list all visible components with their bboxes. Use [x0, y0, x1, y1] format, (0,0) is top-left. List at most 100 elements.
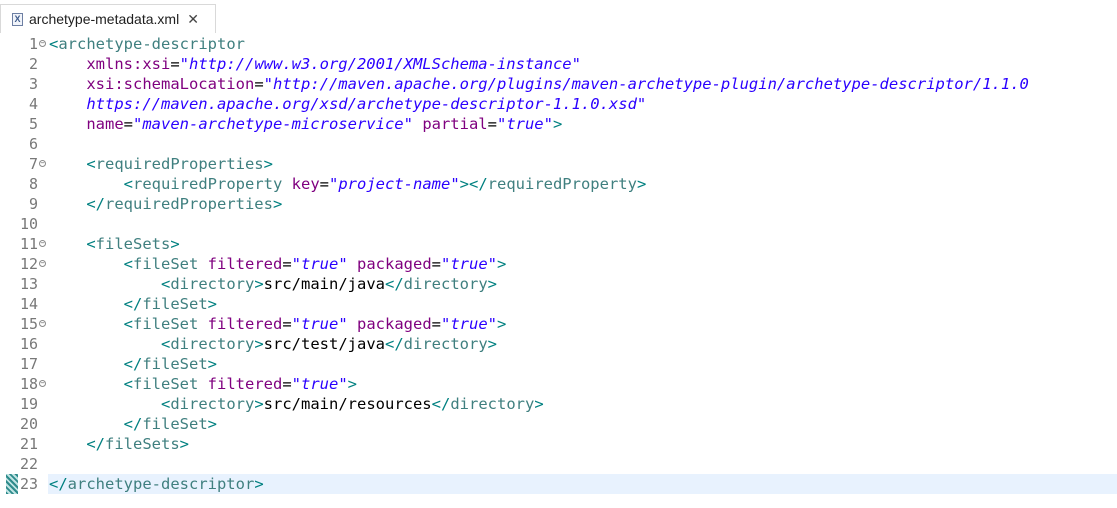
- fold-collapse-icon[interactable]: [39, 260, 46, 267]
- fold-collapse-icon[interactable]: [39, 380, 46, 387]
- line-gutter: 6: [6, 134, 46, 154]
- code-text[interactable]: </fileSet>: [48, 414, 1117, 434]
- xml-bracket: <: [160, 335, 171, 353]
- xml-text: src/main/resources: [263, 395, 432, 413]
- xml-text: [413, 115, 422, 133]
- xml-text: [49, 335, 161, 353]
- code-line[interactable]: 19 <directory>src/main/resources</direct…: [0, 394, 1117, 414]
- xml-text: [198, 315, 207, 333]
- xml-bracket: >: [497, 315, 507, 333]
- line-gutter: 16: [6, 334, 46, 354]
- code-text[interactable]: <fileSet filtered="true" packaged="true"…: [48, 314, 1117, 334]
- xml-text: [198, 255, 207, 273]
- fold-collapse-icon[interactable]: [39, 240, 46, 247]
- xml-text: [49, 195, 86, 213]
- xml-attr-value: "http://www.w3.org/2001/XMLSchema-instan…: [179, 55, 581, 73]
- code-text[interactable]: </archetype-descriptor>: [48, 474, 1117, 494]
- code-text[interactable]: xsi:schemaLocation="http://maven.apache.…: [48, 74, 1117, 94]
- code-text[interactable]: <fileSets>: [48, 234, 1117, 254]
- xml-text: [49, 315, 124, 333]
- code-text[interactable]: <fileSet filtered="true" packaged="true"…: [48, 254, 1117, 274]
- code-line[interactable]: 4 https://maven.apache.org/xsd/archetype…: [0, 94, 1117, 114]
- line-number: 20: [19, 415, 38, 433]
- xml-attr-name: packaged: [357, 255, 432, 273]
- xml-bracket: <: [160, 395, 171, 413]
- code-line[interactable]: 16 <directory>src/test/java</directory>: [0, 334, 1117, 354]
- code-line[interactable]: 18 <fileSet filtered="true">: [0, 374, 1117, 394]
- code-text[interactable]: <requiredProperty key="project-name"></r…: [48, 174, 1117, 194]
- xml-text: =: [123, 115, 133, 133]
- xml-bracket: >: [497, 255, 507, 273]
- line-number: 1: [28, 35, 38, 53]
- code-line[interactable]: 9 </requiredProperties>: [0, 194, 1117, 214]
- code-editor[interactable]: 1 <archetype-descriptor2 xmlns:xsi="http:…: [0, 34, 1117, 508]
- line-number: 9: [28, 195, 38, 213]
- code-text[interactable]: <directory>src/main/resources</directory…: [48, 394, 1117, 414]
- code-line[interactable]: 2 xmlns:xsi="http://www.w3.org/2001/XMLS…: [0, 54, 1117, 74]
- code-line[interactable]: 13 <directory>src/main/java</directory>: [0, 274, 1117, 294]
- xml-text: src/main/java: [263, 275, 385, 293]
- xml-bracket: <: [86, 235, 96, 253]
- xml-bracket: >: [534, 395, 544, 413]
- code-line[interactable]: 11 <fileSets>: [0, 234, 1117, 254]
- code-text[interactable]: <requiredProperties>: [48, 154, 1117, 174]
- code-line[interactable]: 21 </fileSets>: [0, 434, 1117, 454]
- xml-text: [348, 315, 357, 333]
- code-line[interactable]: 22: [0, 454, 1117, 474]
- xml-text: [49, 155, 86, 173]
- code-line[interactable]: 14 </fileSet>: [0, 294, 1117, 314]
- code-text[interactable]: [48, 134, 1117, 154]
- code-text[interactable]: name="maven-archetype-microservice" part…: [48, 114, 1117, 134]
- code-line[interactable]: 15 <fileSet filtered="true" packaged="tr…: [0, 314, 1117, 334]
- xml-text: [198, 375, 207, 393]
- code-text[interactable]: <directory>src/test/java</directory>: [48, 334, 1117, 354]
- fold-collapse-icon[interactable]: [39, 40, 46, 47]
- line-gutter: 15: [6, 314, 46, 334]
- code-line[interactable]: 5 name="maven-archetype-microservice" pa…: [0, 114, 1117, 134]
- code-line[interactable]: 23 </archetype-descriptor>: [0, 474, 1117, 494]
- code-text[interactable]: https://maven.apache.org/xsd/archetype-d…: [48, 94, 1117, 114]
- line-gutter: 21: [6, 434, 46, 454]
- code-text[interactable]: [48, 214, 1117, 234]
- xml-bracket: </: [431, 395, 451, 413]
- code-text[interactable]: xmlns:xsi="http://www.w3.org/2001/XMLSch…: [48, 54, 1117, 74]
- code-text[interactable]: </requiredProperties>: [48, 194, 1117, 214]
- code-line[interactable]: 12 <fileSet filtered="true" packaged="tr…: [0, 254, 1117, 274]
- xml-text: [49, 75, 86, 93]
- code-text[interactable]: <fileSet filtered="true">: [48, 374, 1117, 394]
- close-icon[interactable]: ✕: [187, 11, 199, 28]
- editor-tab-bar: X archetype-metadata.xml ✕: [0, 0, 1117, 35]
- code-line[interactable]: 17 </fileSet>: [0, 354, 1117, 374]
- line-gutter: 11: [6, 234, 46, 254]
- line-number: 17: [19, 355, 38, 373]
- xml-attr-value: "http://maven.apache.org/plugins/maven-a…: [263, 75, 1029, 93]
- xml-bracket: >: [347, 375, 358, 393]
- code-text[interactable]: <archetype-descriptor: [48, 34, 1117, 54]
- xml-text: =: [431, 315, 442, 333]
- code-line[interactable]: 1 <archetype-descriptor: [0, 34, 1117, 54]
- line-gutter: 2: [6, 54, 46, 74]
- line-gutter: 7: [6, 154, 46, 174]
- code-line[interactable]: 20 </fileSet>: [0, 414, 1117, 434]
- xml-bracket: <: [123, 175, 133, 193]
- code-text[interactable]: </fileSets>: [48, 434, 1117, 454]
- xml-text: [49, 115, 86, 133]
- xml-bracket: </: [385, 275, 404, 293]
- xml-file-icon: X: [12, 12, 23, 26]
- tab-archetype-metadata[interactable]: X archetype-metadata.xml ✕: [0, 4, 216, 33]
- code-text[interactable]: [48, 454, 1117, 474]
- xml-tag-name: directory: [403, 275, 488, 293]
- line-number: 16: [19, 335, 38, 353]
- code-line[interactable]: 8 <requiredProperty key="project-name"><…: [0, 174, 1117, 194]
- code-text[interactable]: </fileSet>: [48, 294, 1117, 314]
- line-number: 18: [19, 375, 38, 393]
- code-text[interactable]: <directory>src/main/java</directory>: [48, 274, 1117, 294]
- xml-tag-name: fileSet: [142, 295, 208, 313]
- code-text[interactable]: </fileSet>: [48, 354, 1117, 374]
- code-line[interactable]: 6: [0, 134, 1117, 154]
- code-line[interactable]: 10: [0, 214, 1117, 234]
- code-line[interactable]: 7 <requiredProperties>: [0, 154, 1117, 174]
- code-line[interactable]: 3 xsi:schemaLocation="http://maven.apach…: [0, 74, 1117, 94]
- fold-collapse-icon[interactable]: [39, 160, 46, 167]
- fold-collapse-icon[interactable]: [39, 320, 46, 327]
